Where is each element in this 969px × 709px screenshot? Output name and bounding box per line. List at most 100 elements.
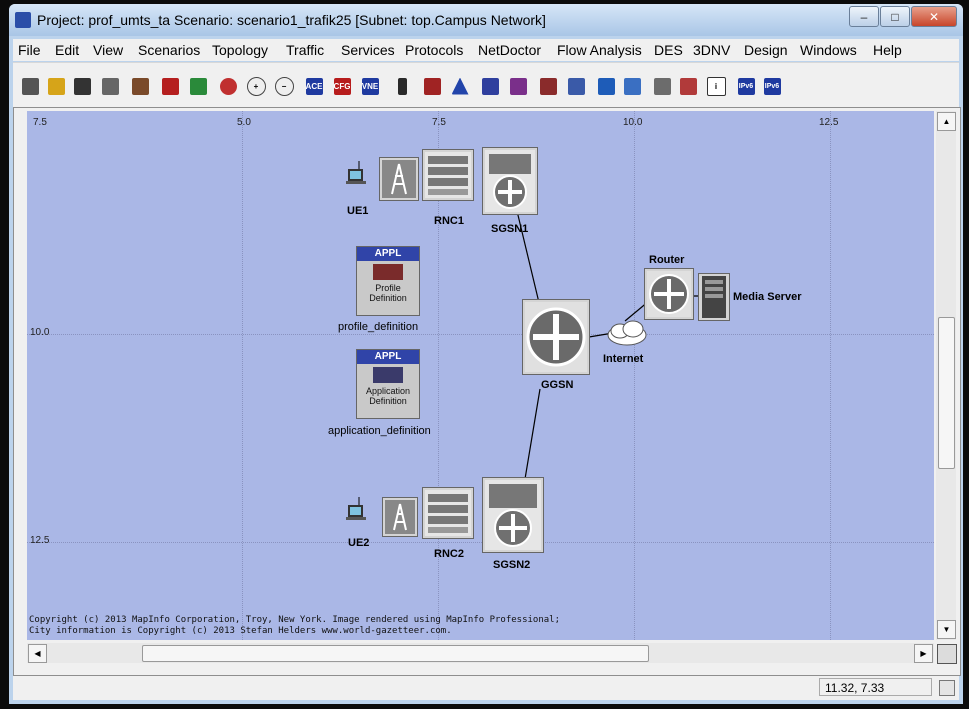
- link-ggsn-sgsn2: [522, 388, 541, 492]
- rnc1-label: RNC1: [434, 215, 464, 227]
- zoom-in-icon[interactable]: +: [245, 75, 267, 97]
- open-folder-icon[interactable]: [45, 75, 67, 97]
- router-node[interactable]: [644, 268, 694, 320]
- ace-icon[interactable]: ACE: [303, 75, 325, 97]
- ipv6-config-label: IPv6: [763, 77, 781, 95]
- cell-tower-icon: [385, 500, 415, 534]
- menu-help[interactable]: Help: [873, 42, 902, 58]
- cfg-icon[interactable]: CFG: [331, 75, 353, 97]
- new-project-icon[interactable]: [19, 75, 41, 97]
- vne-label: VNE: [361, 77, 379, 95]
- profile-body-line2: Definition: [369, 293, 407, 303]
- scroll-left-arrow-icon[interactable]: ◀: [28, 644, 47, 663]
- application-definition-caption: application_definition: [328, 425, 431, 437]
- application-appl-header: APPL: [357, 350, 419, 364]
- menu-3dnv[interactable]: 3DNV: [693, 42, 730, 58]
- vne-icon[interactable]: VNE: [359, 75, 381, 97]
- menu-services[interactable]: Services: [341, 42, 395, 58]
- menu-topology[interactable]: Topology: [212, 42, 268, 58]
- menu-view[interactable]: View: [93, 42, 123, 58]
- configure-run-icon[interactable]: [421, 75, 443, 97]
- rnc2-node[interactable]: [422, 487, 474, 539]
- menu-scenarios[interactable]: Scenarios: [138, 42, 200, 58]
- ipv6-label: IPv6: [737, 77, 755, 95]
- ue1-node[interactable]: [345, 159, 367, 193]
- links-layer: [516, 210, 707, 492]
- scroll-up-arrow-icon[interactable]: ▲: [937, 112, 956, 131]
- status-grip-icon[interactable]: [939, 680, 955, 696]
- rnc-rack-icon: [425, 152, 471, 198]
- info-icon[interactable]: i: [705, 75, 727, 97]
- horizontal-scroll-thumb[interactable]: [142, 645, 649, 662]
- ggsn-node[interactable]: [522, 299, 590, 375]
- vertical-scroll-thumb[interactable]: [938, 317, 955, 469]
- ue2-node[interactable]: [345, 495, 367, 529]
- menu-edit[interactable]: Edit: [55, 42, 79, 58]
- cursor-coordinates: 11.32, 7.33: [819, 678, 932, 696]
- rnc1-node[interactable]: [422, 149, 474, 201]
- menu-file[interactable]: File: [18, 42, 41, 58]
- project-workspace: 7.5 5.0 7.5 10.0 12.5 10.0 12.5 UE1 RNC1…: [13, 107, 961, 676]
- pointer-tool-icon[interactable]: [537, 75, 559, 97]
- recover-node-icon[interactable]: [187, 75, 209, 97]
- ipv6-config-icon[interactable]: IPv6: [761, 75, 783, 97]
- profile-definition-node[interactable]: APPL Profile Definition: [356, 246, 420, 316]
- save-icon[interactable]: [71, 75, 93, 97]
- ace-label: ACE: [305, 77, 323, 95]
- menu-bar: File Edit View Scenarios Topology Traffi…: [13, 39, 959, 61]
- horizontal-scrollbar[interactable]: ◀ ▶: [27, 643, 934, 663]
- zoom-to-fit-icon[interactable]: [937, 644, 957, 664]
- sgsn2-label: SGSN2: [493, 559, 531, 571]
- menu-flow-analysis[interactable]: Flow Analysis: [557, 42, 642, 58]
- sgsn2-node[interactable]: [482, 477, 544, 553]
- window-title: Project: prof_umts_ta Scenario: scenario…: [37, 12, 546, 28]
- vertical-scrollbar[interactable]: ▲ ▼: [936, 111, 956, 640]
- profile-body-line1: Profile: [375, 283, 401, 293]
- media-server-node[interactable]: [698, 273, 730, 321]
- router-label: Router: [649, 254, 685, 266]
- toolbar: + − ACE CFG VNE i IPv6 IPv6: [13, 62, 959, 107]
- zoom-out-icon[interactable]: −: [273, 75, 295, 97]
- rnc2-label: RNC2: [434, 548, 464, 560]
- application-definition-node[interactable]: APPL Application Definition: [356, 349, 420, 419]
- network-map-icon[interactable]: [565, 75, 587, 97]
- minimize-button[interactable]: –: [849, 6, 879, 27]
- object-palette-icon[interactable]: [129, 75, 151, 97]
- internet-node[interactable]: [605, 319, 649, 347]
- menu-traffic[interactable]: Traffic: [286, 42, 324, 58]
- view-results-icon[interactable]: [449, 75, 471, 97]
- node-b2-tower[interactable]: [382, 497, 418, 537]
- profile-appl-header: APPL: [357, 247, 419, 261]
- graph-icon[interactable]: [677, 75, 699, 97]
- rnc-rack-icon: [425, 490, 471, 536]
- ipv6-icon[interactable]: IPv6: [735, 75, 757, 97]
- menu-protocols[interactable]: Protocols: [405, 42, 463, 58]
- network-canvas[interactable]: 7.5 5.0 7.5 10.0 12.5 10.0 12.5 UE1 RNC1…: [27, 111, 934, 640]
- traffic-light-icon[interactable]: [391, 75, 413, 97]
- copyright-line-2: City information is Copyright (c) 2013 S…: [29, 626, 452, 636]
- scroll-down-arrow-icon[interactable]: ▼: [937, 620, 956, 639]
- menu-netdoctor[interactable]: NetDoctor: [478, 42, 541, 58]
- menu-design[interactable]: Design: [744, 42, 788, 58]
- profile-icon: [357, 261, 419, 283]
- topology-grid-icon[interactable]: [479, 75, 501, 97]
- fail-node-icon[interactable]: [159, 75, 181, 97]
- menu-des[interactable]: DES: [654, 42, 683, 58]
- print-icon[interactable]: [99, 75, 121, 97]
- title-bar: Project: prof_umts_ta Scenario: scenario…: [9, 4, 963, 36]
- return-parent-icon[interactable]: [217, 75, 239, 97]
- application-icon: [357, 364, 419, 386]
- node-b1-tower[interactable]: [379, 157, 419, 201]
- scroll-right-arrow-icon[interactable]: ▶: [914, 644, 933, 663]
- sgsn1-node[interactable]: [482, 147, 538, 215]
- close-button[interactable]: ✕: [911, 6, 957, 27]
- flow-icon[interactable]: [595, 75, 617, 97]
- application-body-line2: Definition: [369, 396, 407, 406]
- ggsn-router-icon: [525, 302, 587, 372]
- menu-windows[interactable]: Windows: [800, 42, 857, 58]
- app-window: Project: prof_umts_ta Scenario: scenario…: [9, 4, 963, 704]
- report-icon[interactable]: [621, 75, 643, 97]
- maximize-button[interactable]: □: [880, 6, 910, 27]
- topology-links-icon[interactable]: [507, 75, 529, 97]
- table-icon[interactable]: [651, 75, 673, 97]
